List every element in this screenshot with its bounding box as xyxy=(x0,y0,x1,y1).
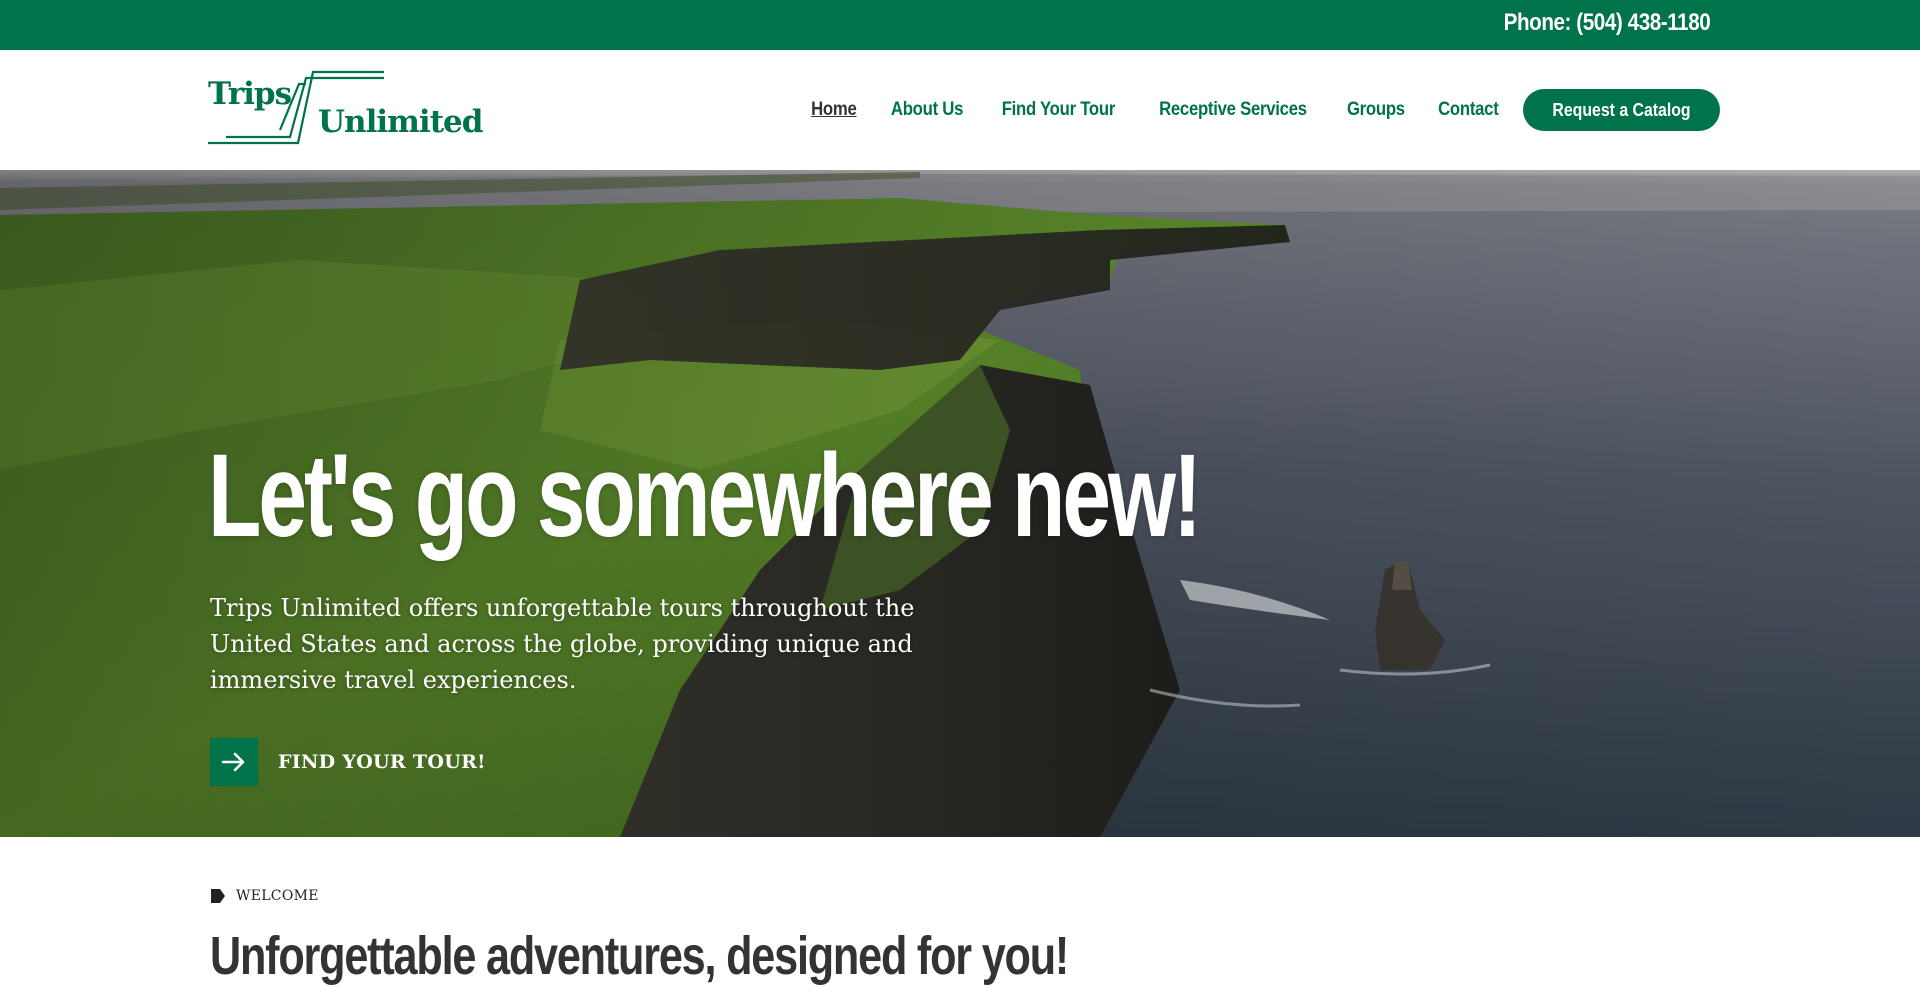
nav-home[interactable]: Home xyxy=(811,99,857,121)
nav-receptive-services[interactable]: Receptive Services xyxy=(1159,99,1307,121)
welcome-section: WELCOME Unforgettable adventures, design… xyxy=(0,837,1920,993)
arrow-right-icon[interactable] xyxy=(210,738,258,786)
logo-word-trips: Trips xyxy=(208,76,292,112)
find-your-tour-label[interactable]: FIND YOUR TOUR! xyxy=(278,751,486,773)
request-catalog-label: Request a Catalog xyxy=(1552,99,1691,120)
phone-number[interactable]: Phone: (504) 438-1180 xyxy=(1503,9,1710,37)
request-catalog-button[interactable]: Request a Catalog xyxy=(1522,89,1720,131)
nav-groups[interactable]: Groups xyxy=(1347,99,1405,121)
welcome-title: Unforgettable adventures, designed for y… xyxy=(210,926,1069,986)
site-header: Trips Unlimited Home About Us Find Your … xyxy=(0,50,1920,170)
welcome-eyebrow: WELCOME xyxy=(210,888,319,904)
hero-title: Let's go somewhere new! xyxy=(208,430,1202,562)
main-nav: Home About Us Find Your Tour Receptive S… xyxy=(808,89,1720,131)
top-bar: Phone: (504) 438-1180 xyxy=(0,0,1920,50)
nav-find-your-tour[interactable]: Find Your Tour xyxy=(1002,99,1116,121)
nav-contact[interactable]: Contact xyxy=(1438,99,1499,121)
hero-section: Let's go somewhere new! Trips Unlimited … xyxy=(0,170,1920,837)
tag-icon xyxy=(211,889,225,903)
nav-about-us[interactable]: About Us xyxy=(891,99,963,121)
welcome-eyebrow-text: WELCOME xyxy=(236,888,319,904)
logo-word-unlimited: Unlimited xyxy=(318,104,483,140)
find-your-tour-link[interactable]: FIND YOUR TOUR! xyxy=(210,738,486,786)
site-logo[interactable]: Trips Unlimited xyxy=(208,70,483,150)
hero-description: Trips Unlimited offers unforgettable tou… xyxy=(210,594,915,694)
